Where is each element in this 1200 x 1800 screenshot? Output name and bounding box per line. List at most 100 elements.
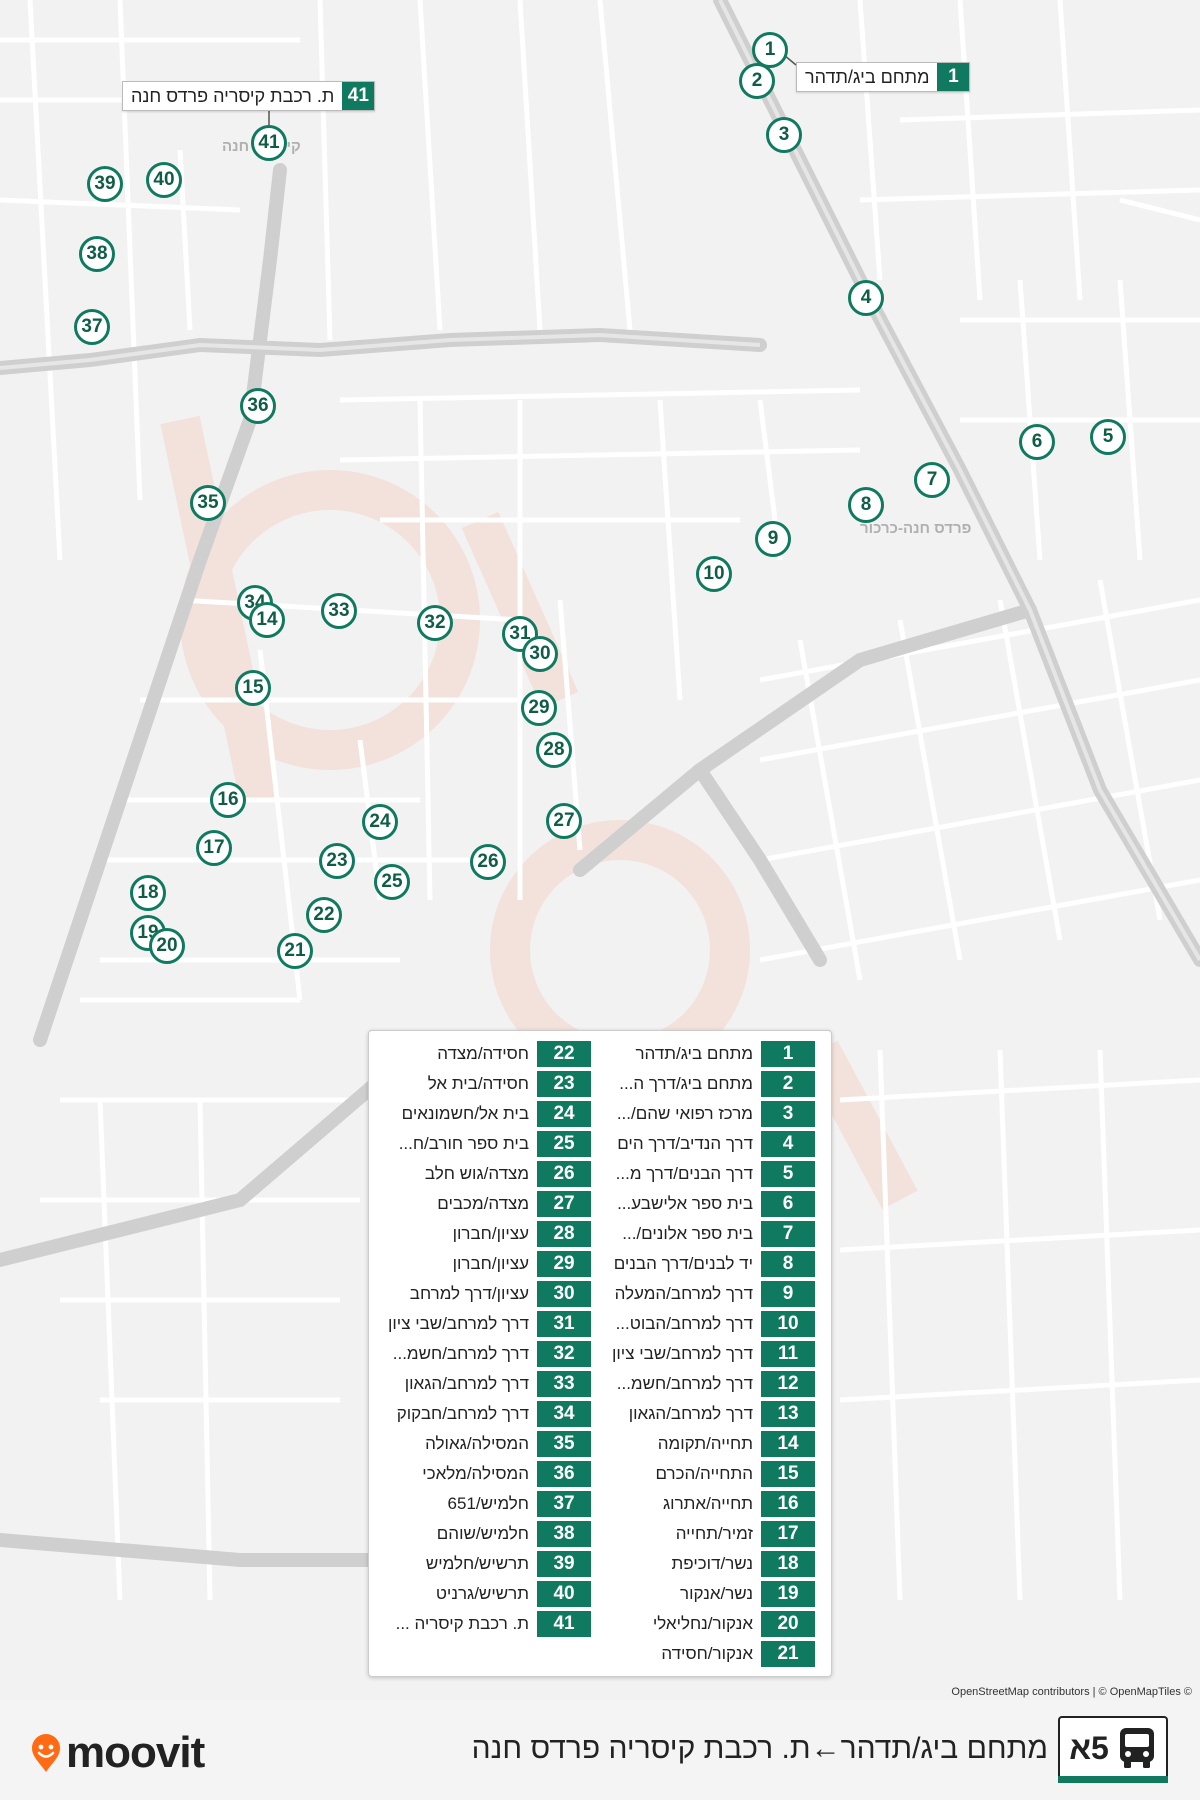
stop-marker-17[interactable]: 17 (196, 830, 232, 866)
stop-marker-4[interactable]: 4 (848, 280, 884, 316)
first-stop-callout[interactable]: 1 מתחם ביג/תדהר (796, 62, 971, 92)
moovit-logo[interactable]: moovit (30, 1728, 205, 1778)
legend-row[interactable]: 28 עציון/חברון (369, 1219, 591, 1249)
legend-row[interactable]: 34 דרך למרחב/חבקוק (369, 1399, 591, 1429)
legend-row[interactable]: 7 בית ספר אלונים/... (593, 1219, 815, 1249)
legend-stop-number: 35 (537, 1431, 591, 1457)
stop-marker-32[interactable]: 32 (417, 605, 453, 641)
legend-stop-number: 30 (537, 1281, 591, 1307)
stop-marker-27[interactable]: 27 (546, 803, 582, 839)
legend-row[interactable]: 33 דרך למרחב/הגאון (369, 1369, 591, 1399)
legend-row[interactable]: 32 דרך למרחב/חשמ... (369, 1339, 591, 1369)
stop-marker-38[interactable]: 38 (79, 236, 115, 272)
legend-row[interactable]: 40 תרשיש/גרניט (369, 1579, 591, 1609)
legend-row[interactable]: 41 ת. רכבת קיסריה ... (369, 1609, 591, 1639)
legend-stop-number: 5 (761, 1161, 815, 1187)
stop-marker-39[interactable]: 39 (87, 166, 123, 202)
legend-row[interactable]: 9 דרך למרחב/המעלה (593, 1279, 815, 1309)
stop-marker-24[interactable]: 24 (362, 804, 398, 840)
stop-marker-21[interactable]: 21 (277, 933, 313, 969)
stop-marker-3[interactable]: 3 (766, 117, 802, 153)
legend-row[interactable]: 26 מצדה/גוש חלב (369, 1159, 591, 1189)
stop-marker-35[interactable]: 35 (190, 485, 226, 521)
legend-stop-name: מרכז רפואי שהם/... (616, 1104, 753, 1123)
stop-marker-14[interactable]: 14 (249, 602, 285, 638)
legend-row[interactable]: 30 עציון/דרך למרחב (369, 1279, 591, 1309)
stop-marker-28[interactable]: 28 (536, 732, 572, 768)
stop-marker-7[interactable]: 7 (914, 462, 950, 498)
legend-row[interactable]: 4 דרך הנדיב/דרך הים (593, 1129, 815, 1159)
stop-marker-25[interactable]: 25 (374, 864, 410, 900)
stop-marker-16[interactable]: 16 (210, 782, 246, 818)
legend-row[interactable]: 11 דרך למרחב/שבי ציון (593, 1339, 815, 1369)
stop-marker-36[interactable]: 36 (240, 388, 276, 424)
stop-marker-9[interactable]: 9 (755, 521, 791, 557)
legend-row[interactable]: 18 נשר/דוכיפת (593, 1549, 815, 1579)
stop-marker-15[interactable]: 15 (235, 670, 271, 706)
legend-row[interactable]: 17 זמיר/תחייה (593, 1519, 815, 1549)
stop-marker-10[interactable]: 10 (696, 556, 732, 592)
legend-stop-number: 24 (537, 1101, 591, 1127)
legend-stop-number: 37 (537, 1491, 591, 1517)
legend-row[interactable]: 14 תחייה/תקומה (593, 1429, 815, 1459)
legend-stop-name: דרך למרחב/הבוט... (615, 1314, 753, 1333)
legend-stop-name: יד לבנים/דרך הבנים (613, 1254, 753, 1273)
legend-row[interactable]: 36 המסילה/מלאכי (369, 1459, 591, 1489)
legend-row[interactable]: 35 המסילה/גאולה (369, 1429, 591, 1459)
legend-stop-number: 17 (761, 1521, 815, 1547)
first-stop-callout-name: מתחם ביג/תדהר (805, 66, 930, 87)
legend-row[interactable]: 19 נשר/אנקור (593, 1579, 815, 1609)
last-stop-callout[interactable]: 41 ת. רכבת קיסריה פרדס חנה (122, 81, 376, 111)
legend-stop-name: דרך למרחב/חשמ... (616, 1374, 753, 1393)
legend-row[interactable]: 24 בית אל/חשמונאים (369, 1099, 591, 1129)
legend-stop-name: ת. רכבת קיסריה ... (395, 1614, 529, 1633)
stop-marker-18[interactable]: 18 (130, 875, 166, 911)
stop-marker-41[interactable]: 41 (251, 125, 287, 161)
stop-marker-33[interactable]: 33 (321, 593, 357, 629)
stop-marker-26[interactable]: 26 (470, 844, 506, 880)
stop-marker-2[interactable]: 2 (739, 63, 775, 99)
stop-marker-23[interactable]: 23 (319, 843, 355, 879)
stop-marker-8[interactable]: 8 (848, 487, 884, 523)
stop-marker-6[interactable]: 6 (1019, 424, 1055, 460)
legend-row[interactable]: 22 חסידה/מצדה (369, 1039, 591, 1069)
legend-row[interactable]: 8 יד לבנים/דרך הבנים (593, 1249, 815, 1279)
stop-marker-22[interactable]: 22 (306, 897, 342, 933)
legend-row[interactable]: 29 עציון/חברון (369, 1249, 591, 1279)
stop-marker-30[interactable]: 30 (522, 636, 558, 672)
stop-marker-37[interactable]: 37 (74, 309, 110, 345)
legend-row[interactable]: 13 דרך למרחב/הגאון (593, 1399, 815, 1429)
legend-stop-name: דרך למרחב/שבי ציון (387, 1314, 529, 1333)
legend-row[interactable]: 20 אנקור/נחליאלי (593, 1609, 815, 1639)
legend-stop-name: בית אל/חשמונאים (401, 1104, 529, 1123)
last-stop-callout-name: ת. רכבת קיסריה פרדס חנה (131, 85, 335, 106)
legend-row[interactable]: 16 תחייה/אתרוג (593, 1489, 815, 1519)
legend-row[interactable]: 38 חלמיש/שוהם (369, 1519, 591, 1549)
route-badge[interactable]: 5א (1058, 1716, 1168, 1780)
legend-row[interactable]: 3 מרכז רפואי שהם/... (593, 1099, 815, 1129)
legend-stop-name: דרך הנדיב/דרך הים (617, 1134, 753, 1153)
legend-row[interactable]: 6 בית ספר אלישבע... (593, 1189, 815, 1219)
stop-marker-20[interactable]: 20 (149, 928, 185, 964)
stop-marker-29[interactable]: 29 (521, 690, 557, 726)
legend-stop-number: 33 (537, 1371, 591, 1397)
legend-row[interactable]: 12 דרך למרחב/חשמ... (593, 1369, 815, 1399)
legend-stop-number: 38 (537, 1521, 591, 1547)
legend-row[interactable]: 15 התחייה/הכרם (593, 1459, 815, 1489)
legend-row[interactable]: 31 דרך למרחב/שבי ציון (369, 1309, 591, 1339)
legend-row[interactable]: 1 מתחם ביג/תדהר (593, 1039, 815, 1069)
legend-row[interactable]: 27 מצדה/מכבים (369, 1189, 591, 1219)
legend-row[interactable]: 10 דרך למרחב/הבוט... (593, 1309, 815, 1339)
legend-stop-number: 11 (761, 1341, 815, 1367)
legend-stop-name: אנקור/חסידה (661, 1644, 753, 1663)
legend-row[interactable]: 21 אנקור/חסידה (593, 1639, 815, 1669)
legend-row[interactable]: 2 מתחם ביג/דרך ה... (593, 1069, 815, 1099)
legend-row[interactable]: 23 חסידה/בית אל (369, 1069, 591, 1099)
legend-row[interactable]: 39 תרשיש/חלמיש (369, 1549, 591, 1579)
legend-row[interactable]: 25 בית ספר חורב/ח... (369, 1129, 591, 1159)
stop-marker-5[interactable]: 5 (1090, 419, 1126, 455)
legend-row[interactable]: 37 חלמיש/651 (369, 1489, 591, 1519)
stop-marker-40[interactable]: 40 (146, 162, 182, 198)
legend-stop-number: 32 (537, 1341, 591, 1367)
legend-row[interactable]: 5 דרך הבנים/דרך מ... (593, 1159, 815, 1189)
